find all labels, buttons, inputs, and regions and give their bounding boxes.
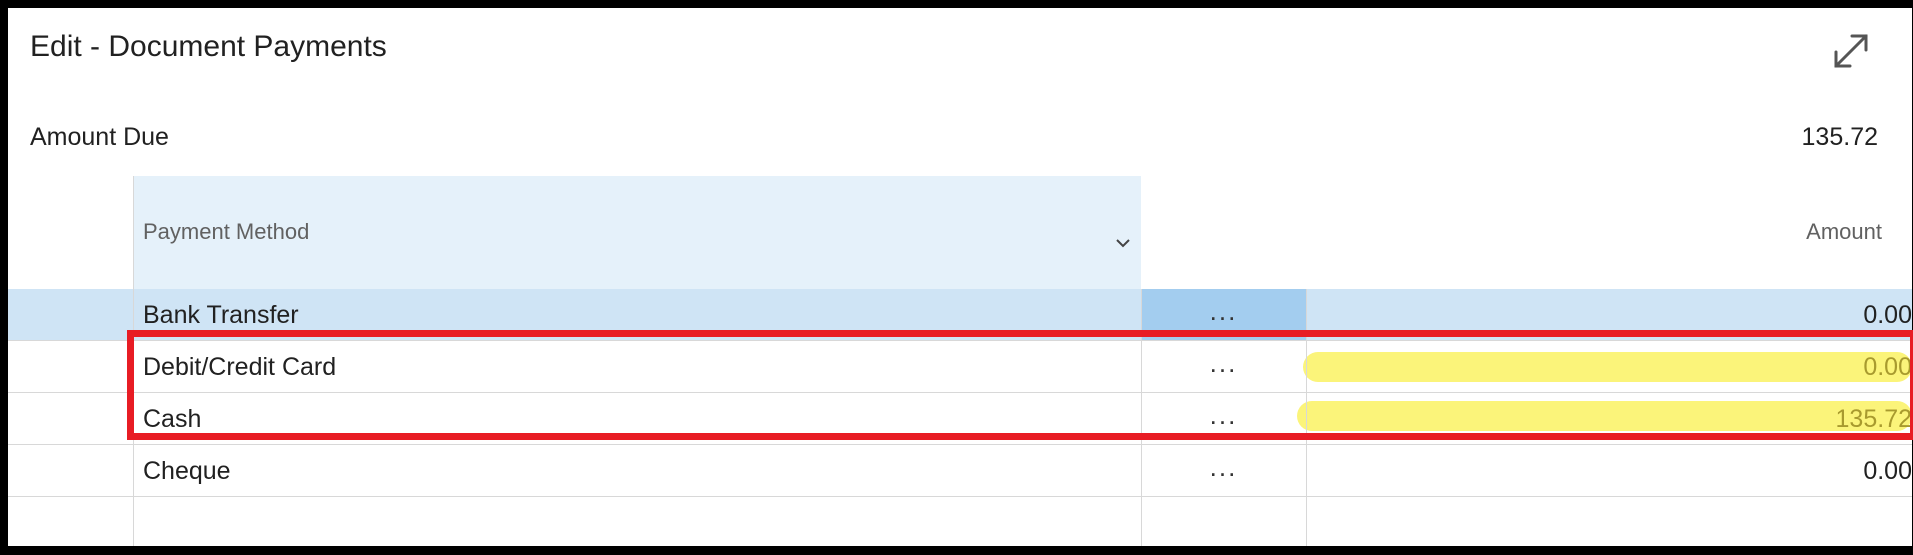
column-divider [1306,289,1307,546]
column-header-amount[interactable]: Amount [1806,219,1882,245]
highlighter-mark [1303,352,1912,382]
row-actions-button[interactable]: ... [1141,445,1306,496]
table-row[interactable]: Cash ... 135.72 [8,393,1912,445]
chevron-down-icon[interactable] [1115,237,1131,249]
payment-method-cell[interactable]: Cheque [143,457,231,486]
row-actions-button[interactable]: ... [1141,393,1306,444]
highlighter-mark [1297,401,1912,431]
document-payments-dialog: Edit - Document Payments Amount Due 135.… [8,8,1912,546]
column-divider [1141,289,1142,546]
payment-method-cell[interactable]: Debit/Credit Card [143,353,336,382]
column-header-payment-method[interactable]: Payment Method [133,176,1141,289]
dialog-title: Edit - Document Payments [30,30,387,63]
amount-due-label: Amount Due [30,123,169,151]
table-row[interactable]: Cheque ... 0.00 [8,445,1912,497]
amount-due-value: 135.72 [1801,123,1878,151]
table-row[interactable]: Bank Transfer ... 0.00 [8,289,1912,341]
payment-method-cell[interactable]: Bank Transfer [143,301,299,330]
row-actions-button[interactable]: ... [1141,341,1306,392]
amount-cell[interactable]: 0.00 [1863,353,1912,382]
amount-cell[interactable]: 0.00 [1863,457,1912,486]
expand-icon [1834,34,1868,68]
table-row[interactable]: Debit/Credit Card ... 0.00 [8,341,1912,393]
payment-method-cell[interactable]: Cash [143,405,201,434]
column-header-payment-method-label: Payment Method [143,219,310,244]
amount-cell[interactable]: 135.72 [1836,405,1912,434]
row-actions-button[interactable]: ... [1141,289,1306,340]
amount-cell[interactable]: 0.00 [1863,301,1912,330]
column-divider [133,176,134,546]
payments-grid: Payment Method Amount Bank Transfer ... … [8,176,1912,546]
empty-table-row[interactable] [8,497,1912,546]
expand-button[interactable] [1826,26,1876,76]
